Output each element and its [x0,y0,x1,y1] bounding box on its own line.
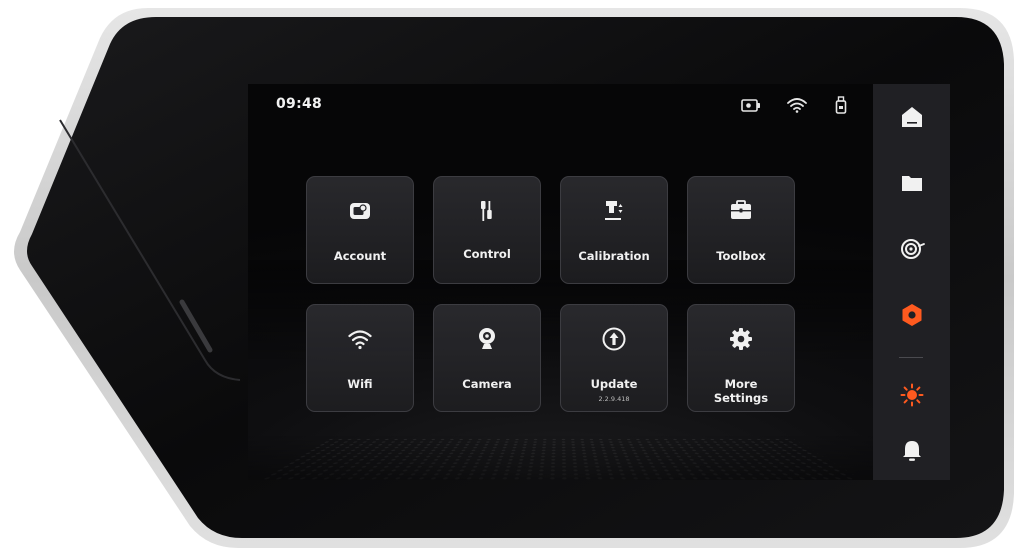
update-label: Update [590,377,638,391]
update-tile[interactable]: Update 2.2.9.418 [560,304,668,412]
settings-grid: Account Control Calibration Toolbox Wifi… [306,176,802,416]
control-label: Control [463,247,511,261]
bell-icon[interactable] [899,438,925,464]
wifi-label: Wifi [347,377,373,391]
wifi-icon [348,330,372,350]
folder-icon[interactable] [899,170,925,196]
firmware-version: 2.2.9.418 [598,395,630,403]
usb-drive-icon[interactable] [830,96,852,114]
camera-status-icon[interactable] [740,96,762,114]
hexagon-nut-icon[interactable] [899,302,925,328]
sun-icon[interactable] [899,382,925,408]
sidebar-nav [873,84,950,480]
toolbox-icon [731,200,751,219]
calibration-label: Calibration [578,249,650,263]
more-settings-label: More Settings [688,377,794,405]
upload-arrow-icon [602,327,626,351]
status-bar: 09:48 [248,84,873,124]
camera-label: Camera [462,377,512,391]
account-tile[interactable]: Account [306,176,414,284]
more-settings-tile[interactable]: More Settings [687,304,795,412]
account-icon [350,203,370,219]
webcam-icon [479,328,495,349]
filament-spool-icon[interactable] [899,236,925,262]
calibration-icon [605,201,623,220]
gear-icon [730,328,752,350]
control-tile[interactable]: Control [433,176,541,284]
more-settings-label-line2: Settings [713,391,769,405]
more-settings-label-line1: More [724,377,758,391]
calibration-tile[interactable]: Calibration [560,176,668,284]
sidebar-divider [899,357,923,358]
wifi-status-icon[interactable] [786,96,808,114]
home-icon[interactable] [899,104,925,130]
sliders-icon [481,201,492,221]
account-label: Account [333,249,387,263]
camera-tile[interactable]: Camera [433,304,541,412]
clock: 09:48 [276,96,323,112]
touchscreen: 09:48 Account Control Calibration Toolbo… [248,84,873,480]
toolbox-tile[interactable]: Toolbox [687,176,795,284]
wifi-tile[interactable]: Wifi [306,304,414,412]
toolbox-label: Toolbox [716,249,766,263]
